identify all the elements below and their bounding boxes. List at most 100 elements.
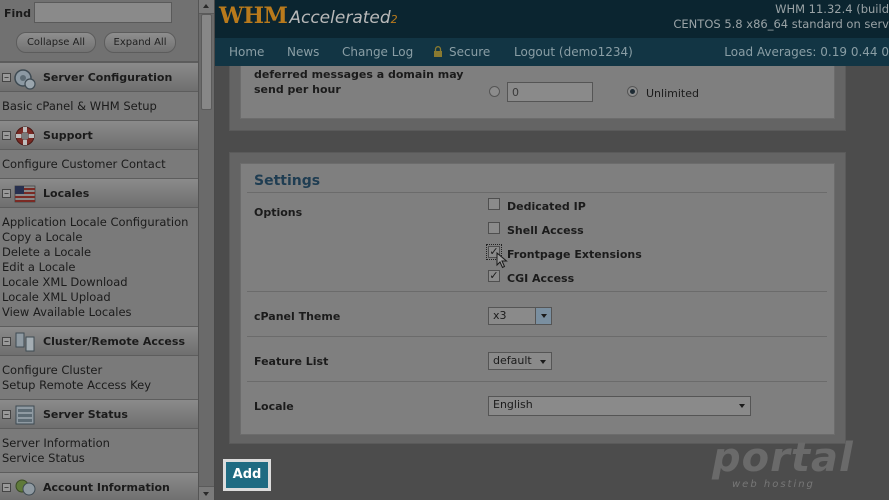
cgi-access-label: CGI Access (507, 272, 575, 285)
collapse-minus-icon[interactable]: − (2, 483, 11, 492)
unlimited-label: Unlimited (646, 87, 699, 100)
category-label: Locales (43, 187, 90, 200)
collapse-minus-icon[interactable]: − (2, 131, 11, 140)
collapse-minus-icon[interactable]: − (2, 410, 11, 419)
unlimited-radio[interactable] (627, 86, 638, 97)
sidebar-link[interactable]: Service Status (0, 451, 198, 466)
load-averages: Load Averages: 0.19 0.44 0 (724, 45, 889, 59)
top-nav: Home News Change Log Secure Logout (demo… (215, 38, 889, 66)
expand-all-button[interactable]: Expand All (104, 32, 176, 53)
scroll-down-arrow-icon[interactable] (199, 486, 214, 500)
sidebar-link[interactable]: Configure Cluster (0, 363, 198, 378)
feature-list-value: default (493, 354, 532, 367)
scrollbar-thumb[interactable] (201, 14, 212, 110)
cgi-access-checkbox[interactable]: ✓ (488, 270, 500, 282)
feature-list-select[interactable]: default (488, 352, 552, 370)
find-label: Find (4, 7, 31, 20)
sidebar-link[interactable]: Server Information (0, 436, 198, 451)
category-label: Support (43, 129, 93, 142)
watermark-text: portal (712, 435, 854, 481)
category-locales[interactable]: − Locales (0, 178, 198, 208)
category-label: Server Status (43, 408, 128, 421)
title-divider (247, 192, 827, 193)
watermark-subtext: web hosting (732, 479, 815, 490)
nav-secure[interactable]: Secure (449, 45, 490, 59)
account-info-icon (15, 479, 36, 496)
scroll-up-arrow-icon[interactable] (199, 0, 214, 14)
deferred-value-radio[interactable] (489, 86, 500, 97)
category-account-information[interactable]: − Account Information (0, 472, 198, 500)
portal-watermark: portal web hosting (712, 435, 862, 495)
chevron-down-icon (540, 360, 546, 364)
shell-access-checkbox[interactable] (488, 222, 500, 234)
collapse-all-button[interactable]: Collapse All (16, 32, 96, 53)
category-label: Cluster/Remote Access (43, 335, 185, 348)
category-label: Account Information (43, 481, 170, 494)
category-server-status[interactable]: − Server Status (0, 399, 198, 429)
collapse-minus-icon[interactable]: − (2, 189, 11, 198)
sidebar-link[interactable]: Edit a Locale (0, 260, 198, 275)
collapse-minus-icon[interactable]: − (2, 337, 11, 346)
sidebar-link[interactable]: View Available Locales (0, 305, 198, 320)
dedicated-ip-label: Dedicated IP (507, 200, 586, 213)
find-bar: Find Collapse All Expand All (0, 0, 198, 62)
sidebar-scrollbar[interactable] (198, 0, 214, 500)
settings-title: Settings (254, 173, 321, 189)
category-cluster-remote-access[interactable]: − Cluster/Remote Access (0, 326, 198, 356)
category-label: Server Configuration (43, 71, 173, 84)
server-config-icon (14, 69, 36, 90)
deferred-messages-label: Maximum percentage of failed or deferred… (254, 68, 464, 96)
shell-access-label: Shell Access (507, 224, 584, 237)
sidebar-link[interactable]: Application Locale Configuration (0, 215, 198, 230)
dedicated-ip-checkbox[interactable] (488, 198, 500, 210)
row-divider (247, 336, 827, 337)
locales-links: Application Locale Configuration Copy a … (0, 215, 198, 320)
row-divider (247, 291, 827, 292)
nav-news[interactable]: News (287, 45, 319, 59)
cpanel-theme-label: cPanel Theme (254, 310, 341, 323)
sidebar-link[interactable]: Setup Remote Access Key (0, 378, 198, 393)
sidebar-link[interactable]: Configure Customer Contact (0, 153, 198, 175)
sidebar-link[interactable]: Locale XML Upload (0, 290, 198, 305)
find-input[interactable] (34, 2, 172, 23)
logo-whm-text: WHM (219, 3, 288, 29)
chevron-down-icon (739, 404, 745, 408)
row-divider (247, 381, 827, 382)
lock-icon (434, 46, 442, 57)
support-lifebuoy-icon (15, 126, 35, 146)
chevron-down-icon[interactable] (535, 308, 551, 324)
whm-logo[interactable]: WHM Accelerated2 (219, 3, 398, 33)
sidebar-link[interactable]: Basic cPanel & WHM Setup (0, 95, 198, 117)
locale-value: English (493, 398, 533, 411)
frontpage-extensions-label: Frontpage Extensions (507, 248, 642, 261)
cpanel-theme-value: x3 (493, 309, 507, 322)
cluster-links: Configure Cluster Setup Remote Access Ke… (0, 363, 198, 393)
sidebar-link[interactable]: Locale XML Download (0, 275, 198, 290)
support-links: Configure Customer Contact (0, 153, 198, 175)
collapse-minus-icon[interactable]: − (2, 73, 11, 82)
category-support[interactable]: − Support (0, 120, 198, 150)
locale-label: Locale (254, 400, 294, 413)
feature-list-label: Feature List (254, 355, 329, 368)
os-info: CENTOS 5.8 x86_64 standard on serv (673, 17, 889, 31)
settings-panel: Settings Options Dedicated IP Shell Acce… (229, 152, 846, 444)
category-server-configuration[interactable]: − Server Configuration (0, 62, 198, 92)
cluster-icon (15, 332, 35, 352)
deferred-value-input[interactable] (507, 82, 593, 102)
mail-limits-panel: Maximum percentage of failed or deferred… (229, 66, 846, 131)
nav-logout[interactable]: Logout (demo1234) (514, 45, 633, 59)
logo-accelerated-text: Accelerated (289, 8, 391, 28)
server-configuration-links: Basic cPanel & WHM Setup (0, 95, 198, 117)
locale-select[interactable]: English (488, 396, 751, 416)
sidebar-link[interactable]: Delete a Locale (0, 245, 198, 260)
add-button[interactable]: Add (223, 459, 271, 491)
cpanel-theme-select[interactable]: x3 (488, 307, 552, 325)
nav-home[interactable]: Home (229, 45, 264, 59)
header: WHM Accelerated2 WHM 11.32.4 (build CENTO… (215, 0, 889, 38)
main-content: Maximum percentage of failed or deferred… (215, 66, 889, 500)
sidebar-link[interactable]: Copy a Locale (0, 230, 198, 245)
nav-change-log[interactable]: Change Log (342, 45, 413, 59)
options-label: Options (254, 206, 303, 219)
server-status-links: Server Information Service Status (0, 436, 198, 466)
version-info: WHM 11.32.4 (build (775, 2, 889, 16)
